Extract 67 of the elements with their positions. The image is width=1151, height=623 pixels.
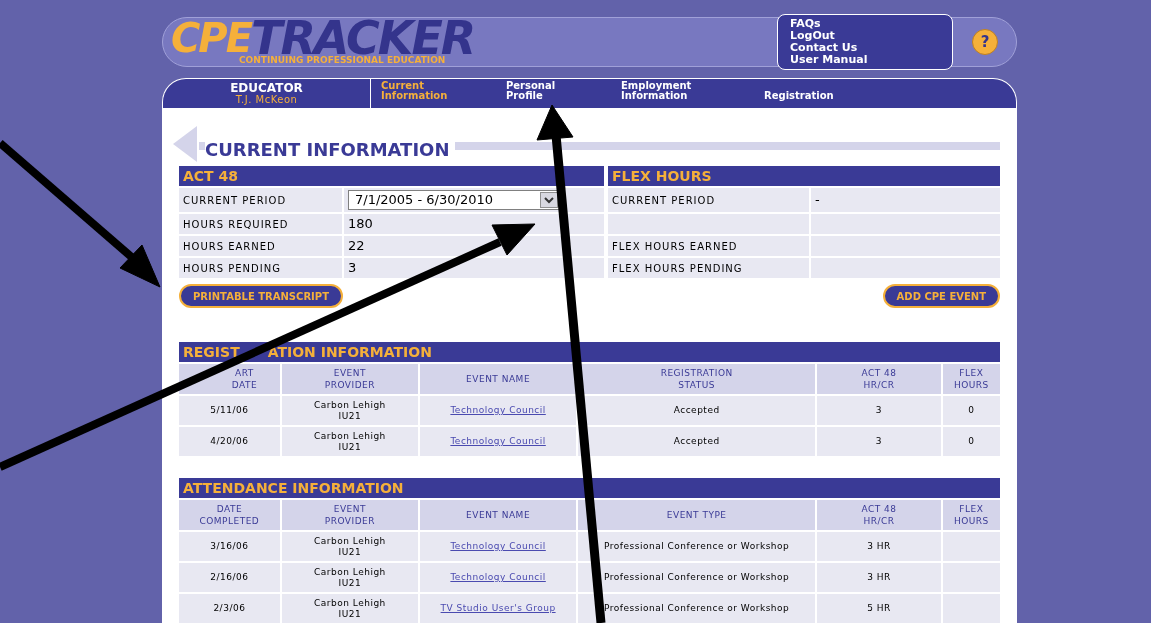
nav-tab[interactable]: Employment Information [621, 81, 701, 101]
table-cell-text: Carbon Lehigh IU21 [313, 566, 387, 589]
column-header: ACT 48 HR/CR [860, 367, 898, 391]
logo-text: CPE [171, 19, 251, 56]
logo-text: TRACKER [251, 19, 475, 56]
table-cell-text: Carbon Lehigh IU21 [313, 597, 387, 620]
table-cell: Professional Conference or Workshop [604, 603, 790, 614]
field-label: CURRENT PERIOD [183, 193, 287, 208]
table-cell: 5 HR [867, 603, 891, 614]
nav-tab[interactable]: Current Information [381, 81, 461, 101]
transcript-button[interactable]: PRINTABLE TRANSCRIPT [179, 284, 343, 308]
help-link[interactable]: FAQs [790, 18, 952, 30]
section-header: ACT 48 [179, 166, 604, 186]
column-header: EVENT PROVIDER [323, 367, 377, 391]
table-cell: Accepted [673, 405, 720, 416]
table-cell: Professional Conference or Workshop [604, 541, 790, 552]
field-value: 22 [348, 237, 365, 256]
table-cell: 0 [968, 405, 975, 416]
period-dropdown[interactable]: 7/1/2005 - 6/30/2010 [348, 190, 560, 210]
table-cell: 5/11/06 [210, 405, 249, 416]
help-link[interactable]: LogOut [790, 30, 952, 42]
logo-tagline: CONTINUING PROFESSIONAL EDUCATION [239, 55, 446, 65]
column-header: EVENT PROVIDER [323, 503, 377, 527]
table-cell: 3 HR [867, 572, 891, 583]
user-name: T.J. McKeon [235, 93, 298, 106]
section-header: FLEX HOURS [608, 166, 1000, 186]
help-link[interactable]: User Manual [790, 54, 952, 66]
column-header: ART DATE [230, 367, 259, 391]
table-cell: 2/16/06 [210, 572, 249, 583]
table-cell: 3 HR [867, 541, 891, 552]
column-header: REGISTRATION STATUS [659, 367, 734, 391]
field-value: - [815, 191, 820, 210]
section-title: ATION INFORMATION [267, 343, 432, 362]
nav-tab[interactable]: Personal Profile [506, 81, 586, 101]
column-header: EVENT NAME [466, 509, 531, 521]
column-header: ACT 48 HR/CR [860, 503, 898, 527]
field-label: FLEX HOURS EARNED [612, 239, 738, 254]
table-cell-text: Carbon Lehigh IU21 [313, 535, 387, 558]
dropdown-icon [540, 192, 558, 208]
field-value: 3 [348, 259, 357, 278]
section-title: REGIST [183, 343, 240, 362]
table-cell: 3/16/06 [210, 541, 249, 552]
table-cell: 4/20/06 [210, 436, 249, 447]
field-label: FLEX HOURS PENDING [612, 261, 743, 276]
column-header: EVENT TYPE [666, 509, 727, 521]
help-link[interactable]: Contact Us [790, 42, 952, 54]
field-value: 180 [348, 215, 373, 234]
section-title: ATTENDANCE INFORMATION [183, 479, 404, 498]
table-cell: 3 [875, 405, 883, 416]
nav-tab[interactable]: Registration [764, 90, 834, 101]
column-header: FLEX HOURS [952, 503, 990, 527]
column-header: EVENT NAME [466, 373, 531, 385]
field-label: HOURS EARNED [183, 239, 276, 254]
column-header: DATE COMPLETED [198, 503, 261, 527]
user-role: EDUCATOR [230, 81, 303, 94]
table-cell: Professional Conference or Workshop [604, 572, 790, 583]
table-cell: 0 [968, 436, 975, 447]
table-cell-text: Carbon Lehigh IU21 [313, 430, 387, 453]
table-cell: Accepted [673, 436, 720, 447]
table-cell-text: Carbon Lehigh IU21 [313, 399, 387, 422]
field-label: HOURS REQUIRED [183, 217, 289, 232]
field-label: HOURS PENDING [183, 261, 281, 276]
add-event-button[interactable]: ADD CPE EVENT [882, 284, 1000, 308]
table-cell: 3 [875, 436, 883, 447]
field-label: CURRENT PERIOD [612, 193, 716, 208]
table-cell: 2/3/06 [213, 603, 246, 614]
column-header: FLEX HOURS [952, 367, 990, 391]
